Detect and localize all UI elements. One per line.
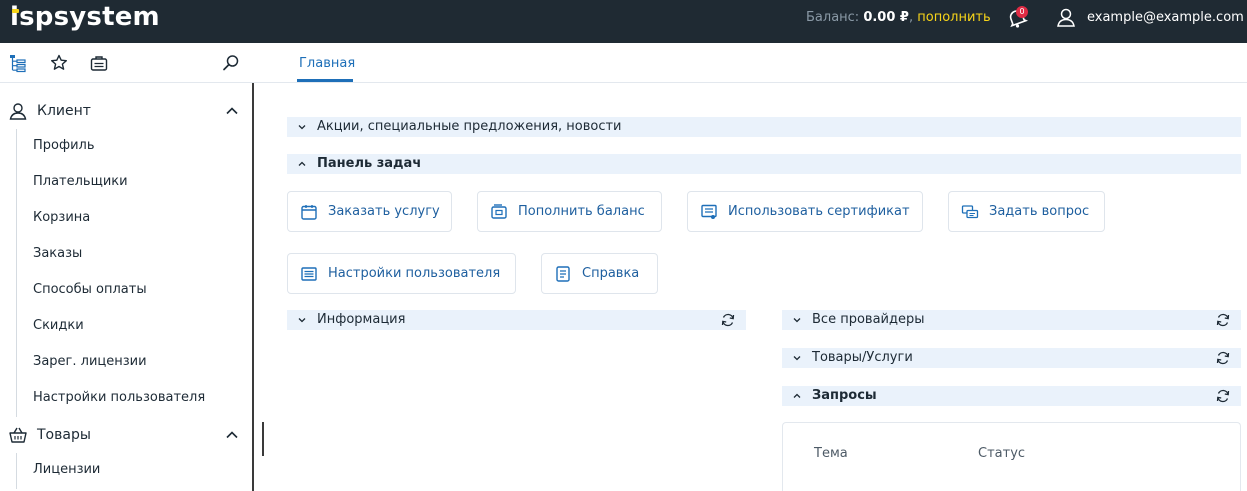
help-button[interactable]: Справка — [541, 253, 658, 294]
balance-label: Баланс: — [806, 10, 860, 25]
search-icon[interactable] — [221, 53, 241, 73]
user-icon — [9, 103, 27, 120]
sidebar-item-label: Плательщики — [33, 174, 128, 189]
section-title: Панель задач — [317, 156, 422, 171]
chat-icon — [961, 205, 979, 219]
sidebar-item-payment-methods[interactable]: Способы оплаты — [16, 273, 252, 309]
top-up-balance-button[interactable]: Пополнить баланс — [477, 191, 662, 232]
sidebar-item-label: Лицензии — [33, 462, 101, 477]
chevron-up-icon — [298, 161, 306, 166]
balance-separator: , — [908, 10, 914, 25]
balance-info: Баланс: 0.00 ₽, пополнить — [806, 10, 991, 26]
section-title: Все провайдеры — [812, 312, 925, 327]
chevron-up-icon — [793, 393, 801, 398]
order-service-button[interactable]: Заказать услугу — [287, 191, 452, 232]
user-email: example@example.com — [1087, 9, 1244, 25]
star-icon[interactable] — [49, 53, 69, 73]
sidebar-group-client[interactable]: Клиент — [0, 93, 252, 129]
requests-table: Тема Статус — [782, 422, 1241, 491]
refresh-icon[interactable] — [1215, 312, 1231, 328]
basket-icon — [9, 427, 27, 443]
calendar-icon — [301, 205, 317, 220]
logo-accent-dot — [12, 9, 19, 13]
topup-link[interactable]: пополнить — [917, 10, 990, 25]
sidebar-item-label: Заказы — [33, 246, 83, 261]
section-title: Акции, специальные предложения, новости — [317, 119, 622, 134]
settings-list-icon — [301, 267, 317, 281]
tree-menu-icon[interactable] — [8, 53, 28, 73]
use-certificate-button[interactable]: Использовать сертификат — [687, 191, 923, 232]
sidebar-group-label: Клиент — [37, 103, 91, 119]
tab-home[interactable]: Главная — [299, 56, 355, 72]
sidebar-item-label: Зарег. лицензии — [33, 354, 147, 369]
button-label: Пополнить баланс — [518, 204, 645, 219]
section-title: Информация — [317, 312, 406, 327]
sidebar-item-label: Настройки пользователя — [33, 390, 206, 405]
column-header-topic[interactable]: Тема — [814, 446, 848, 461]
document-icon — [556, 266, 570, 282]
sidebar-item-discounts[interactable]: Скидки — [16, 309, 252, 345]
sidebar-item-licenses[interactable]: Лицензии — [16, 453, 252, 489]
toolbar: Главная — [0, 43, 1247, 83]
active-tab-indicator — [297, 79, 353, 82]
sidebar-item-orders[interactable]: Заказы — [16, 237, 252, 273]
top-bar: ispsystem Баланс: 0.00 ₽, пополнить 0 ex… — [0, 0, 1247, 43]
sidebar-item-label: Профиль — [33, 138, 95, 153]
user-avatar-icon — [1057, 8, 1075, 27]
user-settings-button[interactable]: Настройки пользователя — [287, 253, 516, 294]
button-label: Настройки пользователя — [328, 266, 501, 281]
logo[interactable]: ispsystem — [10, 1, 160, 33]
button-label: Задать вопрос — [989, 204, 1090, 219]
chevron-down-icon — [793, 318, 801, 323]
notification-count-badge: 0 — [1016, 6, 1028, 18]
sidebar-item-label: Способы оплаты — [33, 282, 147, 297]
refresh-icon[interactable] — [720, 312, 736, 328]
sidebar-item-cart[interactable]: Корзина — [16, 201, 252, 237]
section-title: Запросы — [812, 388, 877, 403]
button-label: Использовать сертификат — [728, 204, 910, 219]
section-tasks-header[interactable]: Панель задач — [287, 154, 1241, 174]
refresh-icon[interactable] — [1215, 388, 1231, 404]
sidebar-resize-handle[interactable] — [262, 422, 264, 456]
user-menu[interactable]: example@example.com — [1055, 5, 1244, 29]
refresh-icon[interactable] — [1215, 350, 1231, 366]
balance-amount: 0.00 ₽ — [863, 10, 909, 25]
chevron-down-icon — [298, 318, 306, 323]
sidebar-item-payers[interactable]: Плательщики — [16, 165, 252, 201]
section-news-header[interactable]: Акции, специальные предложения, новости — [287, 117, 1241, 137]
sidebar-group-goods[interactable]: Товары — [0, 417, 252, 453]
section-requests-header[interactable]: Запросы — [782, 386, 1241, 406]
button-label: Заказать услугу — [328, 204, 440, 219]
sidebar-item-user-settings[interactable]: Настройки пользователя — [16, 381, 252, 417]
sidebar-item-profile[interactable]: Профиль — [16, 129, 252, 165]
sidebar-item-registered-licenses[interactable]: Зарег. лицензии — [16, 345, 252, 381]
logo-text: ispsystem — [10, 2, 160, 32]
ask-question-button[interactable]: Задать вопрос — [948, 191, 1105, 232]
wallet-icon — [491, 204, 507, 219]
chevron-down-icon — [793, 356, 801, 361]
section-goods-header[interactable]: Товары/Услуги — [782, 348, 1241, 368]
sidebar-item-label: Корзина — [33, 210, 91, 225]
chevron-up-icon[interactable] — [224, 103, 240, 119]
chevron-up-icon[interactable] — [224, 427, 240, 443]
sidebar-group-label: Товары — [37, 427, 91, 443]
section-title: Товары/Услуги — [812, 350, 913, 365]
column-header-status[interactable]: Статус — [978, 446, 1025, 461]
section-info-header[interactable]: Информация — [287, 310, 746, 330]
briefcase-icon[interactable] — [89, 53, 109, 73]
button-label: Справка — [582, 266, 640, 281]
chevron-down-icon — [298, 125, 306, 130]
certificate-icon — [701, 204, 717, 219]
sidebar: Клиент Профиль Плательщики Корзина Заказ… — [0, 83, 254, 491]
sidebar-item-label: Скидки — [33, 318, 84, 333]
section-providers-header[interactable]: Все провайдеры — [782, 310, 1241, 330]
